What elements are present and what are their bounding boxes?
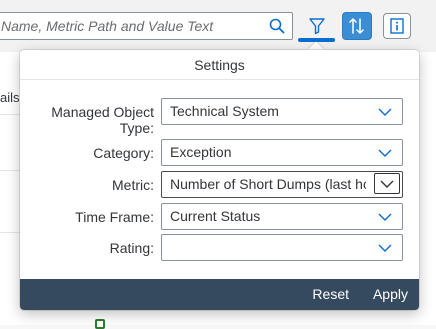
chevron-down-icon[interactable] [372,206,398,227]
column-header-details: ails [0,90,20,105]
select-value: Current Status [170,208,261,224]
filter-icon [309,18,325,35]
field-label: Rating: [109,240,154,256]
metric-select[interactable]: Number of Short Dumps (last hc [161,171,403,198]
field-label: Category: [93,145,154,161]
field-label: Time Frame: [75,209,154,225]
search-field[interactable] [0,12,293,40]
sort-button[interactable] [342,12,372,40]
popover-title: Settings [20,50,419,80]
filter-button[interactable] [302,12,332,40]
chevron-down-icon[interactable] [372,101,398,122]
chevron-down-icon[interactable] [372,142,398,163]
search-icon[interactable] [268,17,286,35]
apply-button[interactable]: Apply [373,279,408,310]
select-value: Number of Short Dumps (last hc [170,176,366,192]
field-label: Metric: [112,177,154,193]
select-value: Technical System [170,103,279,119]
select-value: Exception [170,144,232,160]
info-icon [390,18,404,34]
settings-popover: Settings Managed Object Type: Technical … [20,50,419,310]
field-label: Managed Object Type: [51,104,154,136]
chevron-down-icon[interactable] [372,237,398,258]
reset-button[interactable]: Reset [312,279,349,310]
status-ok-icon [95,319,105,329]
chevron-down-icon[interactable] [374,173,400,194]
category-select[interactable]: Exception [161,139,403,166]
popover-footer: Reset Apply [20,279,419,310]
info-button[interactable] [383,13,411,39]
rating-select[interactable] [161,234,403,261]
sort-icon [349,18,364,34]
select-value [170,235,366,260]
managed-object-type-select[interactable]: Technical System [161,98,403,125]
time-frame-select[interactable]: Current Status [161,203,403,230]
search-input[interactable] [0,13,263,39]
toolbar [0,0,436,52]
